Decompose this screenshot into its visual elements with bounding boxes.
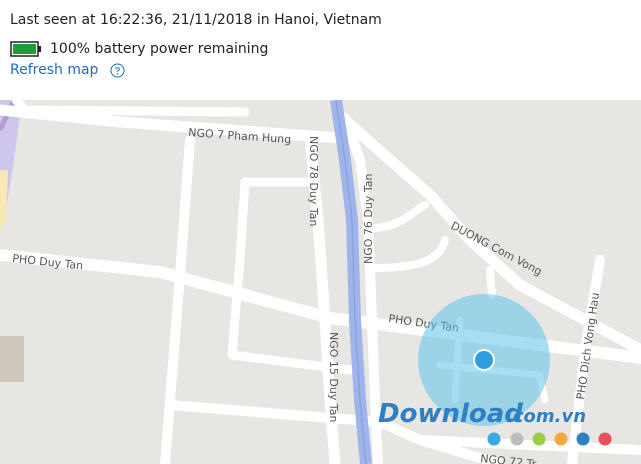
status-line: Last seen at 16:22:36, 21/11/2018 in Han…: [10, 12, 382, 28]
refresh-row: Refresh map: [10, 62, 125, 78]
refresh-map-link[interactable]: Refresh map: [10, 62, 98, 78]
battery-row: 100% battery power remaining: [10, 40, 268, 58]
svg-text:.com.vn: .com.vn: [506, 406, 586, 427]
street-label-ngo76: NGO 76 Duy Tan: [362, 174, 375, 264]
road-right-stub: [486, 266, 496, 299]
map-canvas[interactable]: NGO 7 Pham Hung NGO 78 Duy Tan NGO 76 Du…: [0, 100, 641, 464]
street-label-ngo15: NGO 15 Duy Tan: [327, 332, 340, 422]
battery-status-text: 100% battery power remaining: [50, 41, 269, 57]
battery-icon: [10, 41, 41, 57]
map-building: [0, 336, 24, 382]
svg-text:Download: Download: [378, 399, 523, 429]
question-circle-icon[interactable]: [110, 63, 125, 78]
street-label-ngo78: NGO 78 Duy Tan: [307, 136, 320, 226]
map-view[interactable]: NGO 7 Pham Hung NGO 78 Duy Tan NGO 76 Du…: [0, 100, 641, 464]
location-dot[interactable]: [473, 349, 495, 371]
